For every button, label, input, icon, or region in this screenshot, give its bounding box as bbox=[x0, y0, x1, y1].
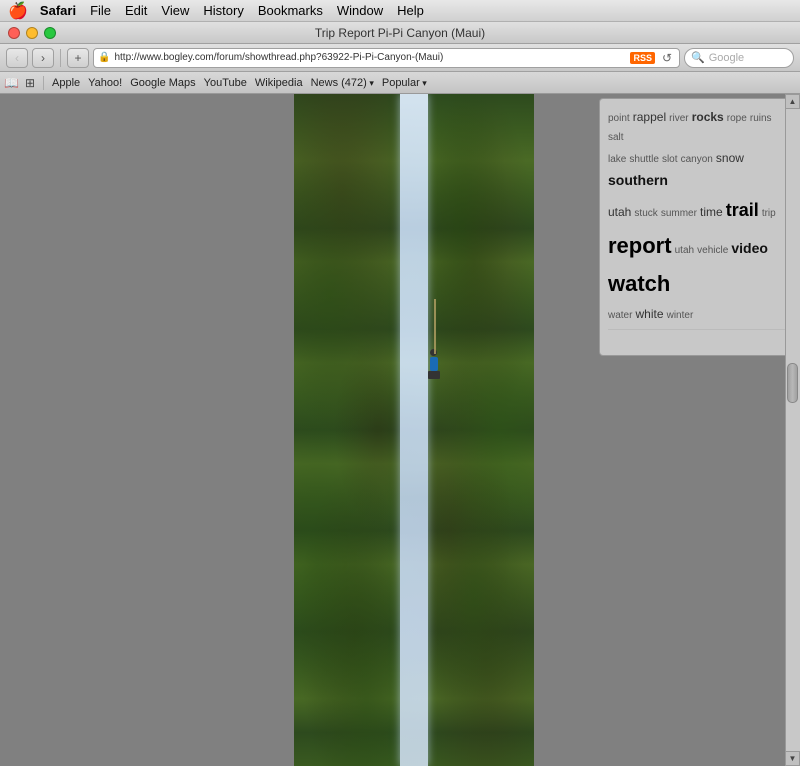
menu-window[interactable]: Window bbox=[337, 3, 383, 18]
tag-ruins[interactable]: ruins bbox=[750, 113, 772, 124]
tag-line-5: water white winter bbox=[608, 304, 787, 325]
rappeller-figure bbox=[424, 349, 444, 384]
tag-salt[interactable]: salt bbox=[608, 132, 624, 143]
waterfall-image bbox=[294, 94, 534, 766]
search-placeholder: Google bbox=[709, 52, 744, 64]
maximize-button[interactable] bbox=[44, 27, 56, 39]
tag-stuck[interactable]: stuck bbox=[634, 208, 657, 219]
refresh-button[interactable]: ↺ bbox=[659, 50, 675, 66]
tag-utah2[interactable]: utah bbox=[675, 245, 694, 256]
title-bar: Trip Report Pi-Pi Canyon (Maui) bbox=[0, 22, 800, 44]
bookmark-yahoo[interactable]: Yahoo! bbox=[88, 77, 122, 89]
bookmark-googlemaps[interactable]: Google Maps bbox=[130, 77, 195, 89]
waterfall-container bbox=[232, 94, 595, 766]
minimize-button[interactable] bbox=[26, 27, 38, 39]
center-content bbox=[232, 94, 595, 766]
forward-button[interactable]: › bbox=[32, 48, 54, 68]
tag-line-1: point rappel river rocks rope ruins salt bbox=[608, 107, 787, 146]
tag-point[interactable]: point bbox=[608, 113, 630, 124]
waterfall-stream bbox=[400, 94, 428, 766]
bookmark-wikipedia[interactable]: Wikipedia bbox=[255, 77, 303, 89]
tag-watch[interactable]: watch bbox=[608, 271, 670, 296]
lock-icon: 🔒 bbox=[98, 52, 110, 63]
menu-history[interactable]: History bbox=[203, 3, 243, 18]
tag-southern[interactable]: southern bbox=[608, 172, 668, 188]
scrollbar-up-button[interactable]: ▲ bbox=[785, 94, 800, 109]
address-text: http://www.bogley.com/forum/showthread.p… bbox=[114, 52, 626, 63]
tag-winter[interactable]: winter bbox=[667, 310, 694, 321]
tag-rappel[interactable]: rappel bbox=[633, 110, 666, 124]
tag-cloud-footer bbox=[608, 329, 787, 347]
bookmark-toolbar-icons: 📖 ⊞ bbox=[4, 76, 35, 90]
scrollbar-track[interactable]: ▲ ▼ bbox=[785, 94, 800, 766]
window-controls bbox=[8, 27, 56, 39]
menu-file[interactable]: File bbox=[90, 3, 111, 18]
back-arrow-icon: ‹ bbox=[15, 51, 19, 65]
tag-shuttle[interactable]: shuttle bbox=[629, 154, 658, 165]
menu-bookmarks[interactable]: Bookmarks bbox=[258, 3, 323, 18]
tag-trip[interactable]: trip bbox=[762, 208, 776, 219]
menu-view[interactable]: View bbox=[161, 3, 189, 18]
tag-rocks[interactable]: rocks bbox=[692, 110, 724, 124]
window-title: Trip Report Pi-Pi Canyon (Maui) bbox=[315, 26, 485, 40]
tag-cloud-box: point rappel river rocks rope ruins salt… bbox=[599, 98, 796, 356]
tag-snow[interactable]: snow bbox=[716, 151, 744, 165]
waterfall-scene bbox=[294, 94, 534, 766]
tag-time[interactable]: time bbox=[700, 205, 723, 219]
scrollbar-down-button[interactable]: ▼ bbox=[785, 751, 800, 766]
tag-water[interactable]: water bbox=[608, 310, 632, 321]
tag-river[interactable]: river bbox=[669, 113, 688, 124]
tag-slot[interactable]: slot bbox=[662, 154, 678, 165]
tag-white[interactable]: white bbox=[636, 307, 664, 321]
tag-summer[interactable]: summer bbox=[661, 208, 697, 219]
browser-toolbar: ‹ › + 🔒 http://www.bogley.com/forum/show… bbox=[0, 44, 800, 72]
bookmark-separator bbox=[43, 76, 44, 90]
rappeller-body bbox=[430, 357, 438, 371]
rappeller-legs bbox=[428, 371, 440, 379]
menu-help[interactable]: Help bbox=[397, 3, 424, 18]
search-bar[interactable]: 🔍 Google bbox=[684, 48, 794, 68]
menu-edit[interactable]: Edit bbox=[125, 3, 147, 18]
tag-report[interactable]: report bbox=[608, 233, 672, 258]
grid-icon[interactable]: ⊞ bbox=[25, 76, 35, 90]
reader-icon[interactable]: 📖 bbox=[4, 76, 19, 90]
right-sidebar: point rappel river rocks rope ruins salt… bbox=[595, 94, 800, 766]
add-bookmark-button[interactable]: + bbox=[67, 48, 89, 68]
plus-icon: + bbox=[74, 51, 81, 65]
tag-line-2: lake shuttle slot canyon snow southern bbox=[608, 148, 787, 192]
tag-lake[interactable]: lake bbox=[608, 154, 626, 165]
apple-menu[interactable]: 🍎 bbox=[8, 1, 28, 21]
bookmark-popular[interactable]: Popular bbox=[382, 77, 427, 89]
tag-line-3: utah stuck summer time trail trip bbox=[608, 195, 787, 226]
rappeller-rope bbox=[434, 299, 436, 354]
bookmark-apple[interactable]: Apple bbox=[52, 77, 80, 89]
left-panel bbox=[0, 94, 232, 766]
menu-bar: 🍎 Safari File Edit View History Bookmark… bbox=[0, 0, 800, 22]
menu-safari[interactable]: Safari bbox=[40, 3, 76, 18]
bookmarks-bar: 📖 ⊞ Apple Yahoo! Google Maps YouTube Wik… bbox=[0, 72, 800, 94]
main-content-area: point rappel river rocks rope ruins salt… bbox=[0, 94, 800, 766]
rss-badge[interactable]: RSS bbox=[630, 52, 655, 64]
toolbar-separator bbox=[60, 49, 61, 67]
forward-arrow-icon: › bbox=[41, 51, 45, 65]
tag-line-4: report utah vehicle video watch bbox=[608, 227, 787, 302]
tag-utah1[interactable]: utah bbox=[608, 205, 631, 219]
scrollbar-thumb[interactable] bbox=[787, 363, 798, 403]
tag-video[interactable]: video bbox=[731, 240, 768, 256]
tag-rope[interactable]: rope bbox=[727, 113, 747, 124]
close-button[interactable] bbox=[8, 27, 20, 39]
tag-vehicle[interactable]: vehicle bbox=[697, 245, 728, 256]
tag-trail[interactable]: trail bbox=[726, 200, 759, 220]
search-icon: 🔍 bbox=[691, 51, 705, 64]
tag-canyon[interactable]: canyon bbox=[681, 154, 713, 165]
bookmark-youtube[interactable]: YouTube bbox=[204, 77, 247, 89]
address-bar[interactable]: 🔒 http://www.bogley.com/forum/showthread… bbox=[93, 48, 680, 68]
bookmark-news[interactable]: News (472) bbox=[311, 77, 374, 89]
back-button[interactable]: ‹ bbox=[6, 48, 28, 68]
